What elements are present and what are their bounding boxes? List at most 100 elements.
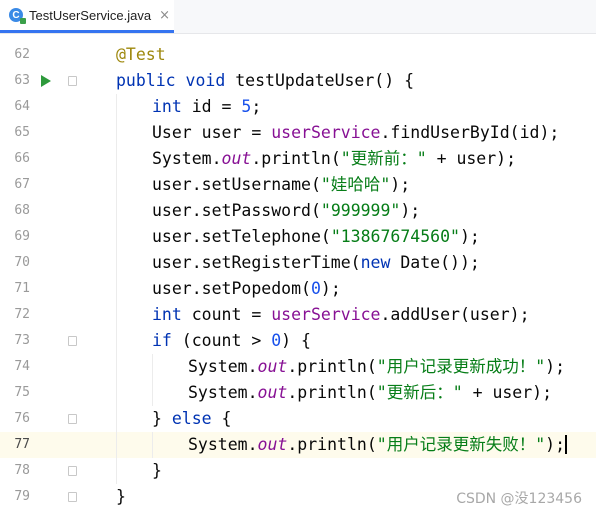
code-line: 66 System.out.println("更新前：" + user); <box>0 146 596 172</box>
code-text: if (count > 0) { <box>152 328 311 354</box>
code-fragment: System. <box>152 149 222 168</box>
code-text: System.out.println("更新前：" + user); <box>152 146 516 172</box>
code-line: 65 User user = userService.findUserById(… <box>0 120 596 146</box>
code-fragment: (count > <box>171 331 272 350</box>
indent-guide <box>116 406 117 432</box>
keyword: int <box>152 97 182 116</box>
run-test-icon[interactable] <box>41 75 51 87</box>
code-line: 75 System.out.println("更新后：" + user); <box>0 380 596 406</box>
keyword: public <box>116 71 176 90</box>
string-literal: "用户记录更新失败！" <box>376 435 546 454</box>
code-fragment: user.setPassword( <box>152 201 321 220</box>
code-text: } <box>152 458 162 484</box>
code-line: 61 <box>0 34 596 42</box>
code-line: 64 int id = 5; <box>0 94 596 120</box>
string-literal: "用户记录更新成功！" <box>376 357 546 376</box>
number-literal: 0 <box>271 331 282 350</box>
code-fragment: User user = <box>152 123 272 142</box>
fold-marker-icon[interactable] <box>68 76 77 86</box>
code-line: 70 user.setRegisterTime(new Date()); <box>0 250 596 276</box>
code-text: user.setRegisterTime(new Date()); <box>152 250 480 276</box>
line-number: 62 <box>14 47 30 62</box>
fold-marker-icon[interactable] <box>68 492 77 502</box>
editor-tab-bar: C TestUserService.java × <box>0 0 596 34</box>
keyword: int <box>152 305 182 324</box>
code-fragment: ); <box>459 227 480 246</box>
code-fragment: .println( <box>287 357 377 376</box>
string-literal: "更新后：" <box>376 383 463 402</box>
static-field: out <box>257 435 288 454</box>
java-class-icon: C <box>9 8 26 24</box>
code-fragment: .findUserById(id); <box>380 123 560 142</box>
code-text: int id = 5; <box>152 94 261 120</box>
keyword: if <box>152 331 172 350</box>
keyword: new <box>360 253 391 272</box>
current-code-line: 77 System.out.println("用户记录更新失败！"); <box>0 432 596 458</box>
code-fragment: ); <box>390 175 411 194</box>
code-text: } <box>116 484 126 510</box>
close-icon[interactable]: × <box>159 8 170 23</box>
tab-filename: TestUserService.java <box>29 7 152 23</box>
line-number: 68 <box>14 203 30 218</box>
code-fragment: ); <box>545 357 566 376</box>
indent-guide <box>116 354 117 380</box>
code-editor[interactable]: 61 62 @Test 63 public void testUpdateUse… <box>0 34 596 516</box>
string-literal: "娃哈哈" <box>320 175 391 194</box>
code-text: user.setTelephone("13867674560"); <box>152 224 480 250</box>
line-number: 74 <box>14 359 30 374</box>
indent-guide <box>152 380 153 406</box>
code-fragment: user.setUsername( <box>152 175 321 194</box>
number-literal: 5 <box>241 97 252 116</box>
line-number: 71 <box>14 281 30 296</box>
indent-guide <box>116 432 117 458</box>
static-field: out <box>257 357 288 376</box>
code-line: 78 } <box>0 458 596 484</box>
field-reference: userService <box>271 123 381 142</box>
code-text: int count = userService.addUser(user); <box>152 302 530 328</box>
code-fragment: System. <box>188 435 258 454</box>
code-fragment: user.setPopedom( <box>152 279 311 298</box>
indent-guide <box>116 380 117 406</box>
field-reference: userService <box>271 305 381 324</box>
code-fragment: } <box>116 487 126 506</box>
tab-test-user-service[interactable]: C TestUserService.java × <box>0 0 174 33</box>
line-number: 64 <box>14 99 30 114</box>
csdn-watermark: CSDN @没123456 <box>456 491 582 507</box>
line-number: 61 <box>0 34 30 42</box>
keyword: void <box>185 71 226 90</box>
fold-marker-icon[interactable] <box>68 466 77 476</box>
code-line: 72 int count = userService.addUser(user)… <box>0 302 596 328</box>
line-number: 72 <box>14 307 30 322</box>
code-fragment: .println( <box>251 149 341 168</box>
fold-marker-icon[interactable] <box>68 336 77 346</box>
indent-guide <box>116 250 117 276</box>
annotation: @Test <box>116 45 166 64</box>
keyword: else <box>171 409 212 428</box>
line-number: 78 <box>14 463 30 478</box>
code-line: 63 public void testUpdateUser() { <box>0 68 596 94</box>
code-text: user.setUsername("娃哈哈"); <box>152 172 410 198</box>
indent-guide <box>152 354 153 380</box>
line-number: 76 <box>14 411 30 426</box>
code-text: public void testUpdateUser() { <box>116 68 414 94</box>
code-fragment: { <box>211 409 232 428</box>
code-fragment: count = <box>181 305 272 324</box>
code-fragment: ); <box>320 279 341 298</box>
code-fragment: .println( <box>287 435 377 454</box>
number-literal: 0 <box>310 279 321 298</box>
indent-guide <box>116 224 117 250</box>
code-fragment: ; <box>251 97 262 116</box>
fold-marker-icon[interactable] <box>68 414 77 424</box>
code-line: 68 user.setPassword("999999"); <box>0 198 596 224</box>
code-fragment: user.setTelephone( <box>152 227 331 246</box>
static-field: out <box>221 149 252 168</box>
line-number: 79 <box>14 489 30 504</box>
code-line: 76 } else { <box>0 406 596 432</box>
code-text: System.out.println("更新后：" + user); <box>188 380 552 406</box>
code-fragment: id = <box>181 97 242 116</box>
code-fragment: } <box>152 461 162 480</box>
code-text: user.setPassword("999999"); <box>152 198 420 224</box>
indent-guide <box>116 172 117 198</box>
string-literal: "13867674560" <box>330 227 460 246</box>
line-number: 66 <box>14 151 30 166</box>
